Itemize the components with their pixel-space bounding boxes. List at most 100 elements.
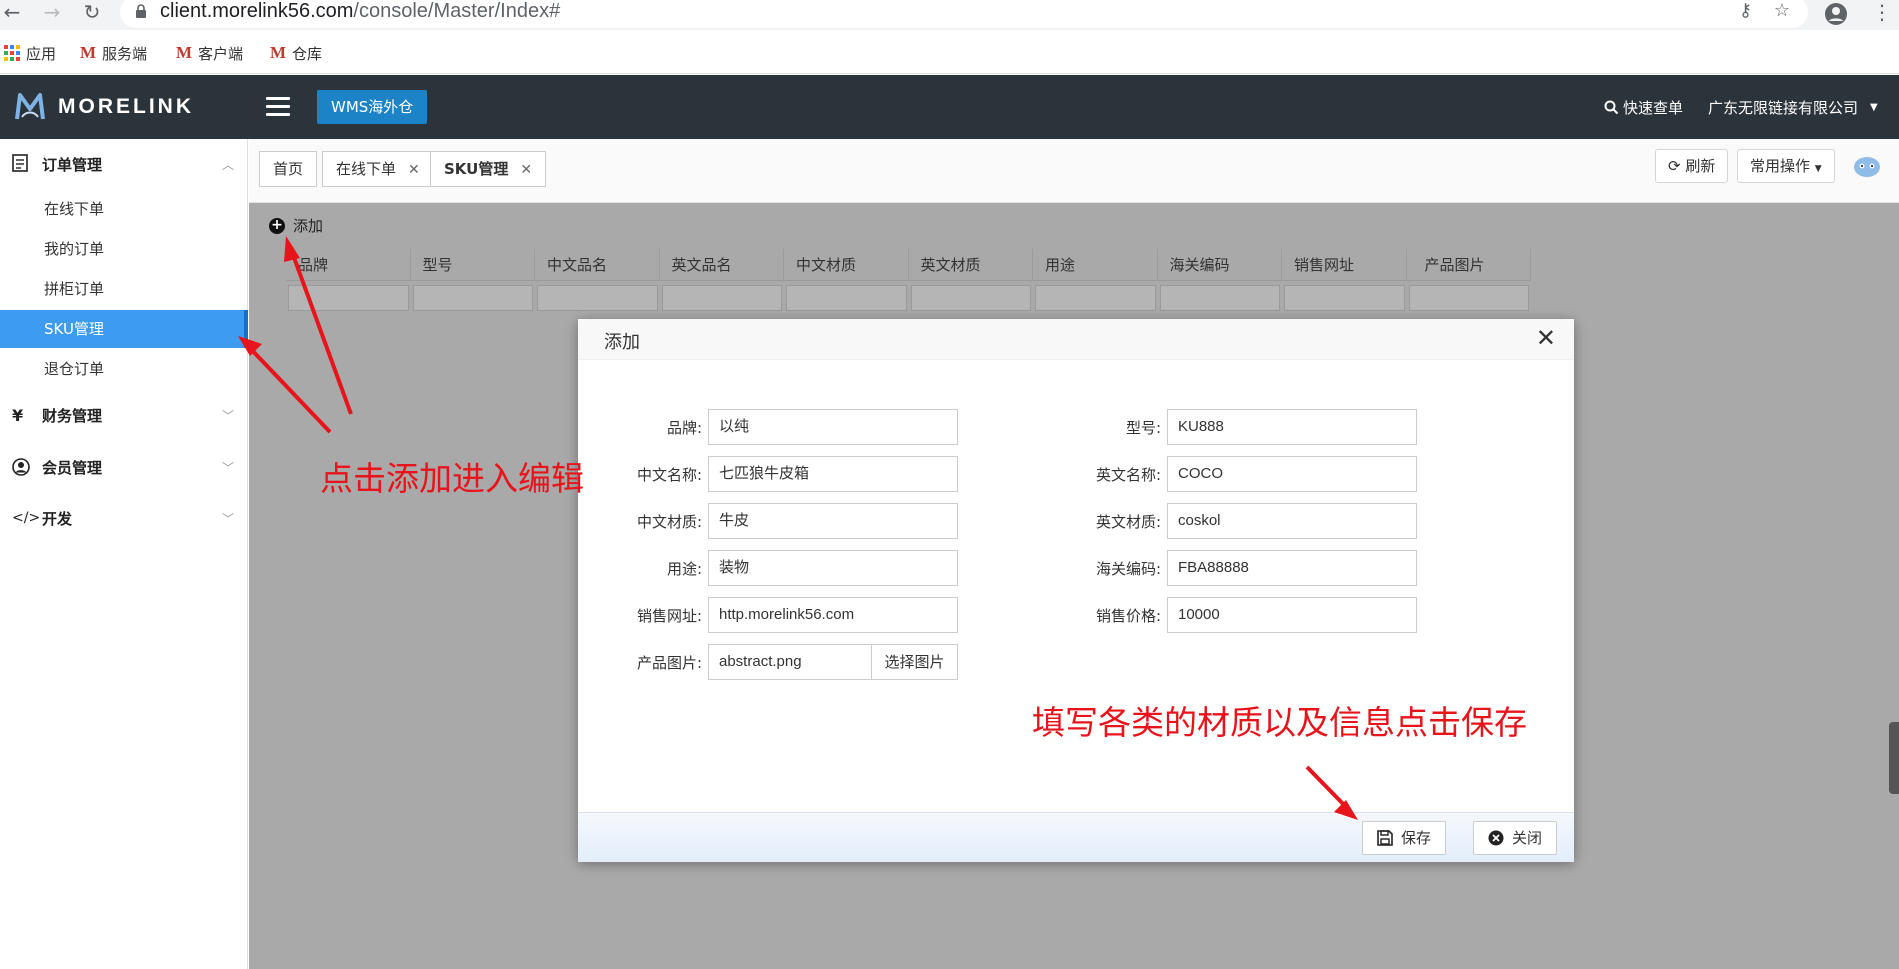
column-header[interactable]: 销售网址 xyxy=(1282,249,1407,281)
column-header[interactable]: 海关编码 xyxy=(1158,249,1282,281)
back-icon[interactable]: ← xyxy=(0,0,24,24)
filter-input[interactable] xyxy=(784,283,909,313)
column-header[interactable]: 品牌 xyxy=(286,249,411,281)
en-name-input[interactable]: COCO xyxy=(1167,456,1417,492)
image-file-name: abstract.png xyxy=(719,653,802,670)
field-label: 英文名称: xyxy=(1095,465,1161,484)
close-icon[interactable]: ✕ xyxy=(408,162,420,178)
sidebar-group-label: 会员管理 xyxy=(42,458,103,477)
quick-search-link[interactable]: 快速查单 xyxy=(1604,97,1683,118)
column-header[interactable]: 产品图片 xyxy=(1407,249,1531,281)
quick-search-label: 快速查单 xyxy=(1623,99,1684,117)
logo-text: MORELINK xyxy=(58,95,194,118)
sales-price-input[interactable]: 10000 xyxy=(1167,597,1417,633)
star-icon[interactable]: ☆ xyxy=(1774,0,1790,21)
filter-input[interactable] xyxy=(1033,283,1158,313)
usage-input[interactable]: 装物 xyxy=(708,550,958,586)
field-usage: 用途: 装物 xyxy=(578,550,958,586)
sidebar-item-consolidation[interactable]: 拼柜订单 xyxy=(0,270,244,308)
filter-input[interactable] xyxy=(1158,283,1283,313)
bookmark-apps[interactable]: 应用 xyxy=(4,42,56,64)
add-button[interactable]: + 添加 xyxy=(269,215,323,236)
filter-input[interactable] xyxy=(1282,283,1407,313)
wms-button[interactable]: WMS海外仓 xyxy=(317,90,428,124)
customs-code-input[interactable]: FBA88888 xyxy=(1167,550,1417,586)
close-icon[interactable]: ✕ xyxy=(1536,324,1556,352)
column-header[interactable]: 用途 xyxy=(1033,249,1158,281)
cn-name-input[interactable]: 七匹狼牛皮箱 xyxy=(708,456,958,492)
tab-label: SKU管理 xyxy=(444,160,509,178)
sidebar-group-finance[interactable]: ¥ 财务管理 ﹀ xyxy=(0,393,248,437)
bookmark-client[interactable]: M 客户端 xyxy=(176,42,243,64)
bookmark-server[interactable]: M 服务端 xyxy=(80,42,147,64)
en-material-input[interactable]: coskol xyxy=(1167,503,1417,539)
field-sales-price: 销售价格: 10000 xyxy=(1037,597,1417,633)
sales-url-input[interactable]: http.morelink56.com xyxy=(708,597,958,633)
close-icon[interactable]: ✕ xyxy=(520,162,532,178)
menu-toggle-icon[interactable] xyxy=(266,97,290,117)
logo[interactable]: MORELINK xyxy=(14,91,194,123)
refresh-button[interactable]: ⟳ 刷新 xyxy=(1655,149,1729,183)
sidebar-group-label: 开发 xyxy=(42,509,73,528)
filter-input[interactable] xyxy=(660,283,785,313)
field-label: 英文材质: xyxy=(1095,512,1161,531)
sidebar-group-dev[interactable]: </> 开发 ﹀ xyxy=(0,496,248,540)
side-drawer-handle[interactable] xyxy=(1889,722,1899,794)
refresh-icon: ⟳ xyxy=(1668,157,1681,175)
close-label: 关闭 xyxy=(1512,829,1543,847)
brand-input[interactable]: 以纯 xyxy=(708,409,958,445)
sidebar-group-members[interactable]: 会员管理 ﹀ xyxy=(0,445,248,489)
forward-icon[interactable]: → xyxy=(40,0,64,24)
more-icon[interactable]: ⋮ xyxy=(1872,0,1892,24)
sidebar-item-return[interactable]: 退仓订单 xyxy=(0,350,244,388)
app-header: MORELINK WMS海外仓 快速查单 广东无限链接有限公司 ▼ xyxy=(0,75,1899,139)
field-label: 用途: xyxy=(666,559,702,578)
common-ops-dropdown[interactable]: 常用操作 ▼ xyxy=(1737,149,1835,183)
morelink-logo-icon xyxy=(15,93,45,120)
filter-input[interactable] xyxy=(535,283,660,313)
bookmark-warehouse[interactable]: M 仓库 xyxy=(270,42,322,64)
field-customs-code: 海关编码: FBA88888 xyxy=(1037,550,1417,586)
company-dropdown[interactable]: 广东无限链接有限公司 ▼ xyxy=(1708,97,1878,118)
sidebar: 订单管理 ︿ 在线下单 我的订单 拼柜订单 SKU管理 退仓订单 ¥ 财务管理 … xyxy=(0,139,248,969)
field-model: 型号: KU888 xyxy=(1037,409,1417,445)
reload-icon[interactable]: ↻ xyxy=(80,0,104,24)
grid-header: 品牌 型号 中文品名 英文品名 中文材质 英文材质 用途 海关编码 销售网址 产… xyxy=(286,249,1531,281)
image-file-input[interactable]: abstract.png 选择图片 xyxy=(708,644,958,680)
profile-icon[interactable] xyxy=(1824,2,1848,26)
choose-image-button[interactable]: 选择图片 xyxy=(871,645,957,679)
field-label: 销售价格: xyxy=(1095,606,1161,625)
model-input[interactable]: KU888 xyxy=(1167,409,1417,445)
column-header[interactable]: 中文品名 xyxy=(535,249,660,281)
sidebar-item-online-order[interactable]: 在线下单 xyxy=(0,190,244,228)
save-button[interactable]: 保存 xyxy=(1362,821,1447,855)
sidebar-item-my-orders[interactable]: 我的订单 xyxy=(0,230,244,268)
close-button[interactable]: 关闭 xyxy=(1473,821,1558,855)
tab-sku[interactable]: SKU管理 ✕ xyxy=(430,151,547,187)
cn-material-input[interactable]: 牛皮 xyxy=(708,503,958,539)
column-header[interactable]: 英文品名 xyxy=(660,249,784,281)
grid-filter-row xyxy=(286,283,1531,313)
sidebar-group-orders[interactable]: 订单管理 ︿ xyxy=(0,142,248,186)
filter-input[interactable] xyxy=(411,283,536,313)
tab-online-order[interactable]: 在线下单 ✕ xyxy=(322,151,434,187)
refresh-label: 刷新 xyxy=(1685,157,1716,175)
column-header[interactable]: 型号 xyxy=(411,249,535,281)
address-bar[interactable]: client.morelink56.com/console/Master/Ind… xyxy=(120,0,1808,28)
search-icon xyxy=(1604,100,1619,115)
add-sku-dialog: 添加 ✕ 品牌: 以纯 中文名称: 七匹狼牛皮箱 中文材质: 牛皮 用途: 装物… xyxy=(578,319,1574,862)
column-header[interactable]: 中文材质 xyxy=(784,249,909,281)
column-header[interactable]: 英文材质 xyxy=(909,249,1033,281)
field-cn-name: 中文名称: 七匹狼牛皮箱 xyxy=(578,456,958,492)
sidebar-item-sku[interactable]: SKU管理 xyxy=(0,310,248,348)
filter-input[interactable] xyxy=(1407,283,1532,313)
chat-bot-icon[interactable] xyxy=(1852,153,1882,179)
field-product-image: 产品图片: abstract.png 选择图片 xyxy=(578,644,958,680)
field-label: 产品图片: xyxy=(636,653,702,672)
tab-home[interactable]: 首页 xyxy=(259,151,318,187)
plus-circle-icon: + xyxy=(269,217,285,234)
filter-input[interactable] xyxy=(909,283,1034,313)
filter-input[interactable] xyxy=(286,283,411,313)
key-icon[interactable]: ⚷ xyxy=(1739,0,1752,21)
field-label: 销售网址: xyxy=(636,606,702,625)
